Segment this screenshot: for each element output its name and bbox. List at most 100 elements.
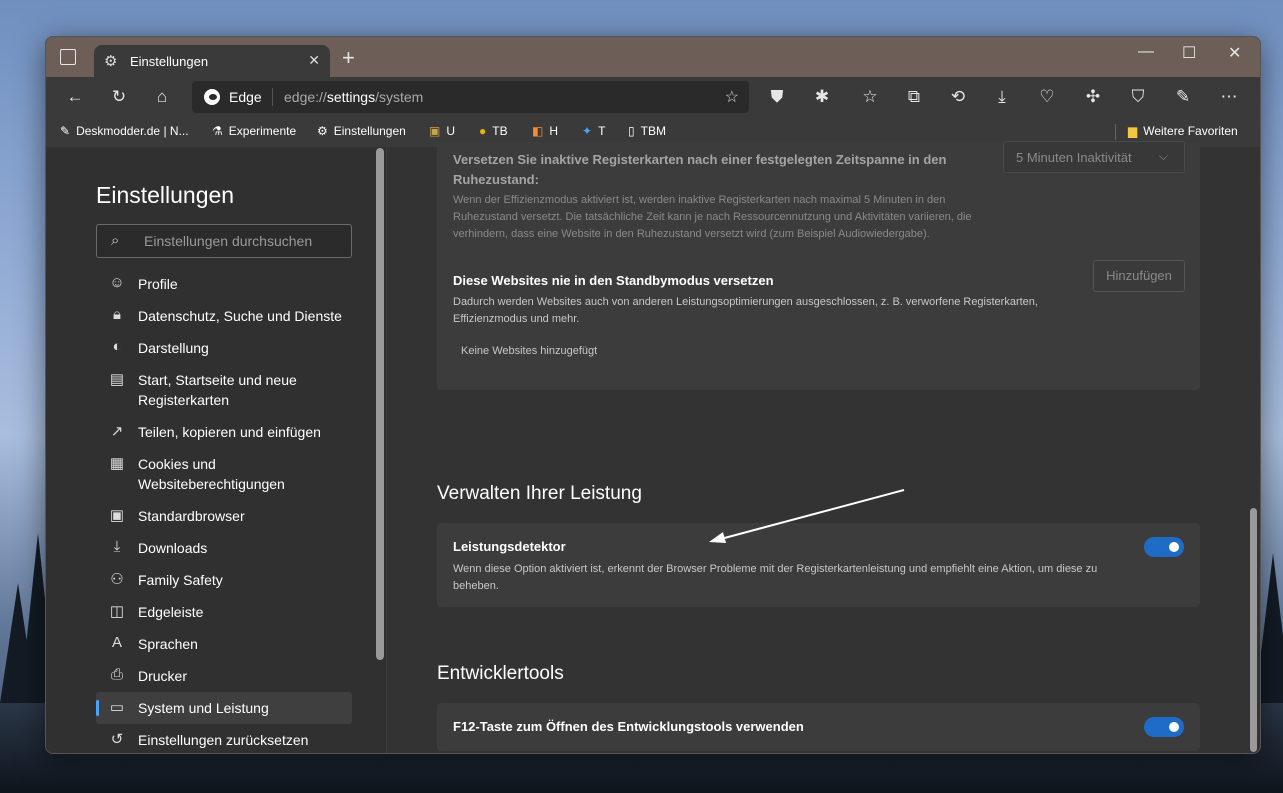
sidebar-item-cookies[interactable]: ▦ Cookies und Websiteberechtigungen (96, 454, 352, 494)
settings-page: Einstellungen ⌕ ☺ Profile 🔒︎ Datenschutz, … (46, 141, 1260, 753)
palette-icon: ◐ (112, 338, 122, 355)
performance-icon[interactable]: ♡ (1034, 84, 1060, 110)
close-window-button[interactable]: ✕ (1228, 43, 1241, 63)
sidebar-item-default-browser[interactable]: ▣ Standardbrowser (96, 506, 352, 526)
sidebar-item-label: Downloads (138, 540, 208, 556)
share-icon: ↗ (110, 423, 124, 440)
favorite-u[interactable]: ▣ U (429, 124, 455, 138)
close-tab-icon[interactable]: ✕ (308, 52, 320, 69)
favorites-folder[interactable]: ▆ Weitere Favoriten (1128, 124, 1238, 138)
tab-actions-icon[interactable] (60, 49, 76, 65)
sidebar-item-label: Teilen, kopieren und einfügen (138, 424, 321, 440)
brush-icon[interactable]: ✎ (1170, 84, 1196, 110)
sidebar-item-edgebar[interactable]: ◫ Edgeleiste (96, 602, 352, 622)
sidebar-item-system[interactable]: ▭ System und Leistung (96, 692, 352, 724)
address-bar[interactable]: Edge edge://settings/system ☆ (192, 81, 749, 113)
puzzle-icon[interactable]: ✣ (1080, 84, 1106, 110)
maximize-button[interactable]: ☐ (1182, 43, 1196, 63)
minimize-button[interactable]: — (1138, 43, 1154, 61)
language-icon: A (111, 634, 122, 651)
favorites-icon[interactable]: ☆ (857, 84, 883, 110)
dropdown-value: 5 Minuten Inaktivität (1016, 150, 1132, 165)
downloads-icon[interactable]: ⤓ (989, 84, 1015, 110)
favorite-experimente[interactable]: ⚗ Experimente (212, 124, 296, 138)
sidebar-item-privacy[interactable]: 🔒︎ Datenschutz, Suche und Dienste (96, 306, 352, 326)
tab-settings[interactable]: ⚙ Einstellungen ✕ (94, 45, 330, 77)
home-button[interactable]: ⌂ (149, 84, 175, 110)
sleeping-tabs-card: Versetzen Sie inaktive Registerkarten na… (437, 141, 1200, 390)
refresh-button[interactable]: ↻ (106, 84, 132, 110)
favorite-t[interactable]: ✦ T (582, 124, 605, 138)
history-icon[interactable]: ⟲ (945, 84, 971, 110)
sidebar-item-label: Sprachen (138, 636, 198, 652)
performance-heading: Verwalten Ihrer Leistung (437, 483, 642, 504)
favorite-label: TBM (640, 124, 666, 138)
ublock-extension-icon[interactable]: ⛊ (764, 84, 790, 110)
back-button[interactable]: ← (62, 84, 88, 110)
pen-icon: ✎ (60, 124, 71, 138)
favorite-label: Deskmodder.de | N... (76, 124, 189, 138)
sidebar-item-label: Start, Startseite und neue Registerkarte… (138, 372, 297, 408)
main-scrollbar[interactable] (1250, 508, 1257, 752)
favorite-tb[interactable]: ● TB (479, 124, 508, 138)
performance-detector-toggle[interactable] (1144, 537, 1184, 557)
settings-search[interactable]: ⌕ (96, 224, 352, 258)
chevron-down-icon: ⌵ (1158, 149, 1168, 163)
sidebar-item-label: Cookies und Websiteberechtigungen (138, 456, 285, 492)
edge-logo-icon (204, 89, 220, 105)
sidebar-item-label: Profile (138, 276, 178, 292)
page-icon: ▯ (628, 124, 635, 138)
coin-icon: ● (479, 124, 487, 138)
new-tab-button[interactable]: + (342, 45, 355, 71)
browser-essentials-icon[interactable]: ⛉ (1125, 84, 1151, 110)
home-tabs-icon: ▤ (109, 371, 125, 388)
sidebar-icon: ◫ (109, 603, 125, 620)
devtools-toggle[interactable] (1144, 717, 1184, 737)
twitter-icon: ✦ (582, 124, 593, 138)
extensions-icon[interactable]: ✱ (809, 84, 835, 110)
browser-icon: ▣ (109, 507, 125, 524)
sleep-timeout-dropdown[interactable]: 5 Minuten Inaktivität ⌵ (1003, 141, 1185, 173)
download-icon: ⤓ (113, 538, 121, 555)
sidebar-item-label: Family Safety (138, 572, 223, 588)
sidebar-item-languages[interactable]: A Sprachen (96, 634, 352, 654)
favorite-label: H (549, 124, 559, 138)
profile-icon: ☺ (109, 274, 125, 291)
favorite-deskmodder[interactable]: ✎ Deskmodder.de | N... (60, 124, 189, 138)
address-brand: Edge (229, 89, 262, 105)
favorite-label: T (598, 124, 606, 138)
sidebar-item-profile[interactable]: ☺ Profile (96, 274, 352, 294)
favorite-label: U (446, 124, 456, 138)
address-divider (272, 88, 273, 106)
never-sleep-desc: Dadurch werden Websites auch von anderen… (453, 296, 1038, 325)
family-icon: ⚇ (110, 571, 124, 588)
sidebar-item-reset[interactable]: ↺ Einstellungen zurücksetzen (96, 730, 352, 750)
printer-icon: ⎙ (110, 666, 123, 683)
favorite-tbm[interactable]: ▯ TBM (628, 124, 666, 138)
search-input[interactable] (142, 225, 346, 257)
sidebar-item-label: Einstellungen zurücksetzen (138, 732, 309, 748)
sidebar-item-start[interactable]: ▤ Start, Startseite und neue Registerkart… (96, 370, 352, 410)
tab-title: Einstellungen (130, 54, 209, 69)
url-scheme: edge:// (284, 89, 327, 105)
add-favorite-icon[interactable]: ☆ (725, 87, 739, 107)
favorite-einstellungen[interactable]: ⚙ Einstellungen (317, 124, 406, 138)
sidebar-item-family[interactable]: ⚇ Family Safety (96, 570, 352, 590)
squares-icon: ◧ (532, 124, 544, 138)
laptop-icon: ▭ (109, 699, 125, 716)
sidebar-item-share[interactable]: ↗ Teilen, kopieren und einfügen (96, 422, 352, 442)
sidebar-item-appearance[interactable]: ◐ Darstellung (96, 338, 352, 358)
sidebar-item-downloads[interactable]: ⤓ Downloads (96, 538, 352, 558)
toggle-knob (1169, 722, 1179, 732)
favorite-h[interactable]: ◧ H (532, 124, 558, 138)
page-title: Einstellungen (96, 182, 235, 208)
sidebar-scrollbar[interactable] (376, 148, 384, 660)
sleeping-tabs-title: Versetzen Sie inaktive Registerkarten na… (453, 152, 947, 187)
favorites-folder-label: Weitere Favoriten (1143, 124, 1238, 138)
settings-sidebar: Einstellungen ⌕ ☺ Profile 🔒︎ Datenschutz, … (46, 148, 387, 753)
sidebar-item-printers[interactable]: ⎙ Drucker (96, 666, 352, 686)
collections-icon[interactable]: ⧉ (901, 84, 927, 110)
add-site-button[interactable]: Hinzufügen (1093, 260, 1185, 292)
favorites-divider (1115, 124, 1116, 140)
more-menu-icon[interactable]: ⋯ (1216, 84, 1242, 110)
